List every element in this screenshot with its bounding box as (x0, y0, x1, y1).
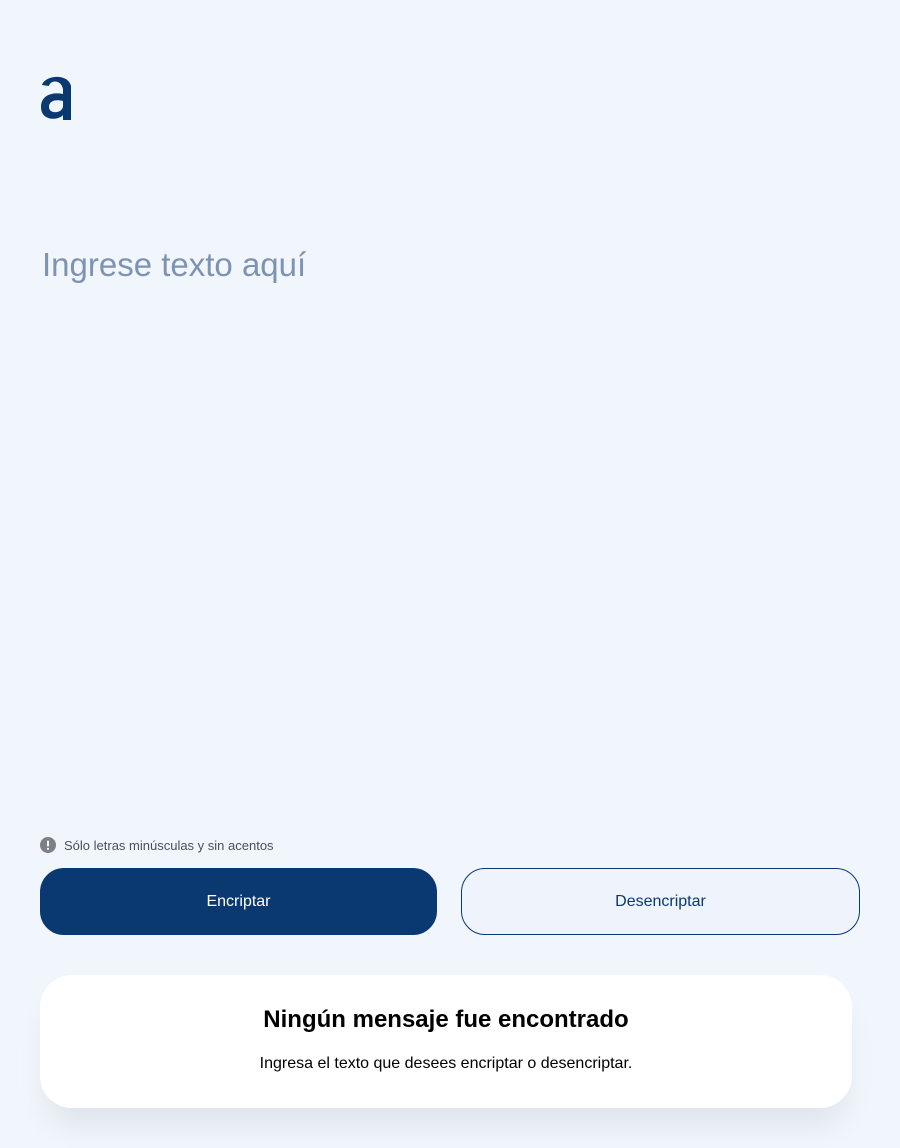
input-hint: Sólo letras minúsculas y sin acentos (40, 836, 274, 854)
exclamation-circle-icon (40, 837, 56, 853)
result-subtitle: Ingresa el texto que desees encriptar o … (259, 1055, 633, 1072)
encrypt-button[interactable]: Encriptar (40, 868, 437, 935)
result-card: Ningún mensaje fue encontrado Ingresa el… (40, 975, 852, 1108)
decrypt-button[interactable]: Desencriptar (461, 868, 860, 935)
alura-a-logo-icon (41, 76, 71, 120)
message-input[interactable] (40, 240, 860, 810)
hint-text: Sólo letras minúsculas y sin acentos (64, 837, 274, 853)
page: Sólo letras minúsculas y sin acentos Enc… (0, 0, 900, 1148)
result-title: Ningún mensaje fue encontrado (263, 1006, 629, 1033)
